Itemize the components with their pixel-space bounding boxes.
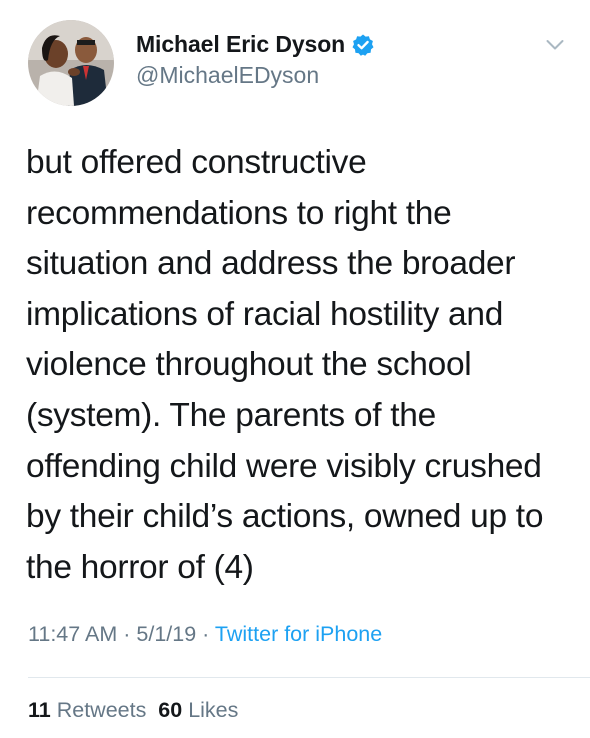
chevron-down-icon[interactable] <box>546 38 564 50</box>
author-names: Michael Eric Dyson @MichaelEDyson <box>136 31 375 89</box>
likes-count: 60 <box>158 698 183 722</box>
tweet-text: but offered constructive recommendations… <box>26 144 544 586</box>
tweet-meta: 11:47 AM · 5/1/19 · Twitter for iPhone <box>28 622 382 647</box>
tweet-card: Michael Eric Dyson @MichaelEDyson but of… <box>0 0 590 738</box>
likes-label: Likes <box>188 698 239 722</box>
author-handle[interactable]: @MichaelEDyson <box>136 62 375 89</box>
likes-stat[interactable]: 60 Likes <box>158 698 238 722</box>
verified-badge-icon <box>351 33 375 57</box>
tweet-stats: 11 Retweets 60 Likes <box>28 698 238 723</box>
divider <box>28 677 590 678</box>
tweet-header: Michael Eric Dyson @MichaelEDyson <box>28 20 375 106</box>
retweets-stat[interactable]: 11 Retweets <box>28 698 146 722</box>
tweet-time[interactable]: 11:47 AM <box>28 622 117 646</box>
meta-separator: · <box>202 622 210 646</box>
tweet-source-link[interactable]: Twitter for iPhone <box>215 622 382 646</box>
meta-separator: · <box>123 622 131 646</box>
avatar-photo <box>28 20 114 106</box>
retweets-label: Retweets <box>56 698 147 722</box>
display-name[interactable]: Michael Eric Dyson <box>136 31 345 58</box>
tweet-date[interactable]: 5/1/19 <box>136 622 196 646</box>
avatar[interactable] <box>28 20 114 106</box>
display-name-row: Michael Eric Dyson <box>136 31 375 58</box>
retweets-count: 11 <box>28 698 51 722</box>
